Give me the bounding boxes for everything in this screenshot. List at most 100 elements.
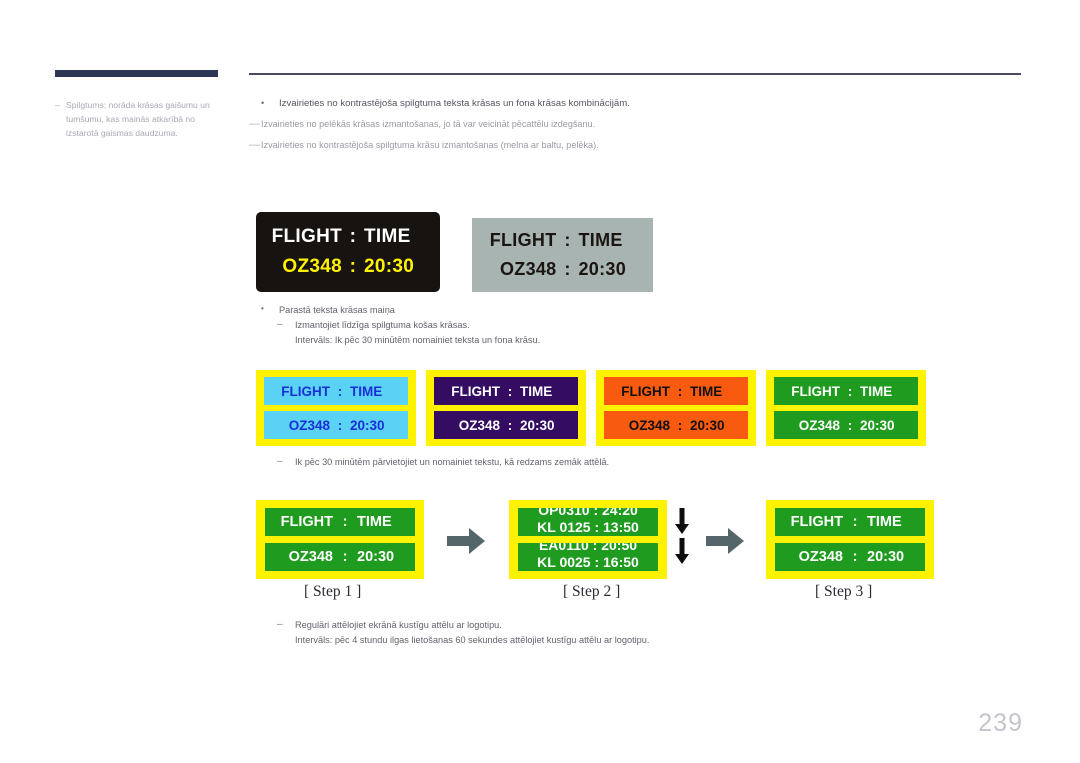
- flight-code: OZ348: [499, 259, 557, 279]
- arrow-down-icon: [675, 508, 689, 534]
- flight-board-orange: FLIGHT : TIME OZ348 : 20:30: [596, 370, 756, 446]
- flight-board-header-row: FLIGHT : TIME: [256, 222, 440, 252]
- flight-clock: 20:30: [867, 549, 905, 565]
- colon-separator: :: [342, 549, 348, 565]
- step1-label: [ Step 1 ]: [304, 583, 362, 600]
- time-label: TIME: [364, 226, 411, 247]
- header-divider-line: [249, 73, 1021, 75]
- colon-separator: :: [507, 417, 513, 433]
- colon-separator: :: [677, 383, 683, 399]
- header-accent-bar: [55, 70, 218, 77]
- arrow-right-icon: [447, 528, 485, 554]
- interval-30min-text: Intervāls: Ik pēc 30 minūtēm nomainiet t…: [295, 334, 541, 345]
- bullet-avoid-contrast-text: Izvairieties no kontrastējoša spilgtuma …: [279, 98, 630, 109]
- bullet-text-color-change-text: Parastā teksta krāsas maiņa: [279, 305, 395, 315]
- flight-clock: 20:30: [690, 417, 725, 433]
- step2-label: [ Step 2 ]: [563, 583, 621, 600]
- bullet-marker-icon: •: [261, 304, 264, 313]
- time-label: TIME: [357, 514, 392, 530]
- dash-marker-icon: —: [249, 139, 260, 152]
- time-label: TIME: [860, 383, 893, 399]
- flight-board-header-row: FLIGHT : TIME: [472, 226, 653, 255]
- flight-label: FLIGHT: [489, 230, 557, 250]
- colon-separator: :: [852, 549, 858, 565]
- flight-board-header-row: FLIGHT : TIME: [775, 508, 925, 536]
- flight-label: FLIGHT: [790, 514, 843, 530]
- subdash-use-bright-text: Izmantojiet līdzīga spilgtuma košas krās…: [295, 319, 470, 330]
- flight-clock: 20:30: [578, 259, 627, 279]
- arrow-right-icon: [706, 528, 744, 554]
- flight-code: OZ348: [628, 417, 670, 433]
- margin-note-dash: –: [55, 100, 60, 110]
- subdash-move-text: – Ik pēc 30 minūtēm pārvietojiet un noma…: [249, 455, 949, 470]
- note-avoid-bw-text: Izvairieties no kontrastējoša spilgtuma …: [261, 140, 599, 151]
- flight-board-green: FLIGHT : TIME OZ348 : 20:30: [766, 370, 926, 446]
- flight-board-value-row: OZ348 : 20:30: [265, 543, 415, 571]
- flight-board-value-row: OZ348 : 20:30: [264, 411, 408, 439]
- subdash-moving-logo-text: Regulāri attēlojiet ekrānā kustīgu attēl…: [295, 620, 502, 630]
- flight-label: FLIGHT: [281, 383, 330, 399]
- colon-separator: :: [337, 383, 343, 399]
- step-label-group: [ Step 1 ] [ Step 2 ] [ Step 3 ]: [0, 583, 1080, 609]
- flight-board-cyan: FLIGHT : TIME OZ348 : 20:30: [256, 370, 416, 446]
- flight-code: OZ348: [288, 417, 330, 433]
- colon-separator: :: [337, 417, 343, 433]
- note-avoid-gray-text: Izvairieties no pelēkās krāsas izmantoša…: [261, 119, 596, 130]
- subdash-move-text-text: Ik pēc 30 minūtēm pārvietojiet un nomain…: [295, 457, 610, 467]
- dash-marker-icon: —: [249, 118, 260, 131]
- step3-flight-board: FLIGHT : TIME OZ348 : 20:30: [766, 500, 934, 579]
- flight-board-row-1: OP0310 : 24:20 KL 0125 : 13:50: [518, 508, 658, 536]
- flight-board-value-row: OZ348 : 20:30: [256, 252, 440, 282]
- note-avoid-gray: — Izvairieties no pelēkās krāsas izmanto…: [249, 117, 1039, 132]
- flight-board-value-row: OZ348 : 20:30: [604, 411, 748, 439]
- colon-separator: :: [342, 514, 348, 530]
- flight-board-row-1-bottom: KL 0125 : 13:50: [537, 519, 639, 535]
- bullet-avoid-contrast: • Izvairieties no kontrastējoša spilgtum…: [249, 96, 1039, 111]
- colon-separator: :: [852, 514, 858, 530]
- colon-separator: :: [564, 259, 571, 279]
- margin-note-text: Spilgtums: norāda krāsas gaišumu un tumš…: [66, 100, 210, 138]
- section-logo-animation-note: – Regulāri attēlojiet ekrānā kustīgu att…: [249, 618, 949, 648]
- step2-flight-board: OP0310 : 24:20 KL 0125 : 13:50 EA0110 : …: [509, 500, 667, 579]
- flight-code: OZ348: [798, 549, 843, 565]
- flight-board-value-row: OZ348 : 20:30: [472, 255, 653, 284]
- flight-board-purple: FLIGHT : TIME OZ348 : 20:30: [426, 370, 586, 446]
- flight-board-header-row: FLIGHT : TIME: [265, 508, 415, 536]
- bullet-marker-icon: •: [261, 98, 265, 108]
- time-label: TIME: [867, 514, 902, 530]
- main-content: • Izvairieties no kontrastējoša spilgtum…: [249, 96, 1039, 153]
- flight-clock: 20:30: [357, 549, 395, 565]
- flight-board-row-2-top: EA0110 : 20:50: [538, 543, 638, 553]
- step1-flight-board: FLIGHT : TIME OZ348 : 20:30: [256, 500, 424, 579]
- colon-separator: :: [507, 383, 513, 399]
- flight-code: OZ348: [458, 417, 500, 433]
- colon-separator: :: [349, 256, 357, 277]
- flight-board-value-row: OZ348 : 20:30: [774, 411, 918, 439]
- flight-clock: 20:30: [860, 417, 895, 433]
- colon-separator: :: [564, 230, 571, 250]
- dash-marker-icon: –: [277, 456, 283, 467]
- arrow-down-icon: [675, 538, 689, 564]
- section-move-text-note: – Ik pēc 30 minūtēm pārvietojiet un noma…: [249, 455, 949, 470]
- flight-label: FLIGHT: [451, 383, 500, 399]
- flight-board-row-2-bottom: KL 0025 : 16:50: [537, 554, 639, 570]
- time-label: TIME: [520, 383, 553, 399]
- step3-label: [ Step 3 ]: [815, 583, 873, 600]
- flight-board-header-row: FLIGHT : TIME: [604, 377, 748, 405]
- flight-clock: 20:30: [350, 417, 385, 433]
- flight-board-row-2: EA0110 : 20:50 KL 0025 : 16:50: [518, 543, 658, 571]
- flight-board-header-row: FLIGHT : TIME: [434, 377, 578, 405]
- flight-label: FLIGHT: [791, 383, 840, 399]
- colon-separator: :: [847, 383, 853, 399]
- subdash-use-bright: – Izmantojiet līdzīga spilgtuma košas kr…: [249, 318, 949, 333]
- dash-marker-icon: –: [277, 318, 283, 330]
- flight-board-gray: FLIGHT : TIME OZ348 : 20:30: [472, 218, 653, 292]
- colon-separator: :: [349, 226, 357, 247]
- flight-code: OZ348: [282, 256, 342, 277]
- colon-separator: :: [677, 417, 683, 433]
- section-normal-text-color-change: • Parastā teksta krāsas maiņa – Izmantoj…: [249, 303, 949, 348]
- interval-4hours-text: Intervāls: pēc 4 stundu ilgas lietošanas…: [295, 634, 650, 645]
- margin-note: – Spilgtums: norāda krāsas gaišumu un tu…: [55, 99, 227, 141]
- flight-label: FLIGHT: [271, 226, 342, 247]
- flight-board-row-1-top: OP0310 : 24:20: [538, 508, 638, 518]
